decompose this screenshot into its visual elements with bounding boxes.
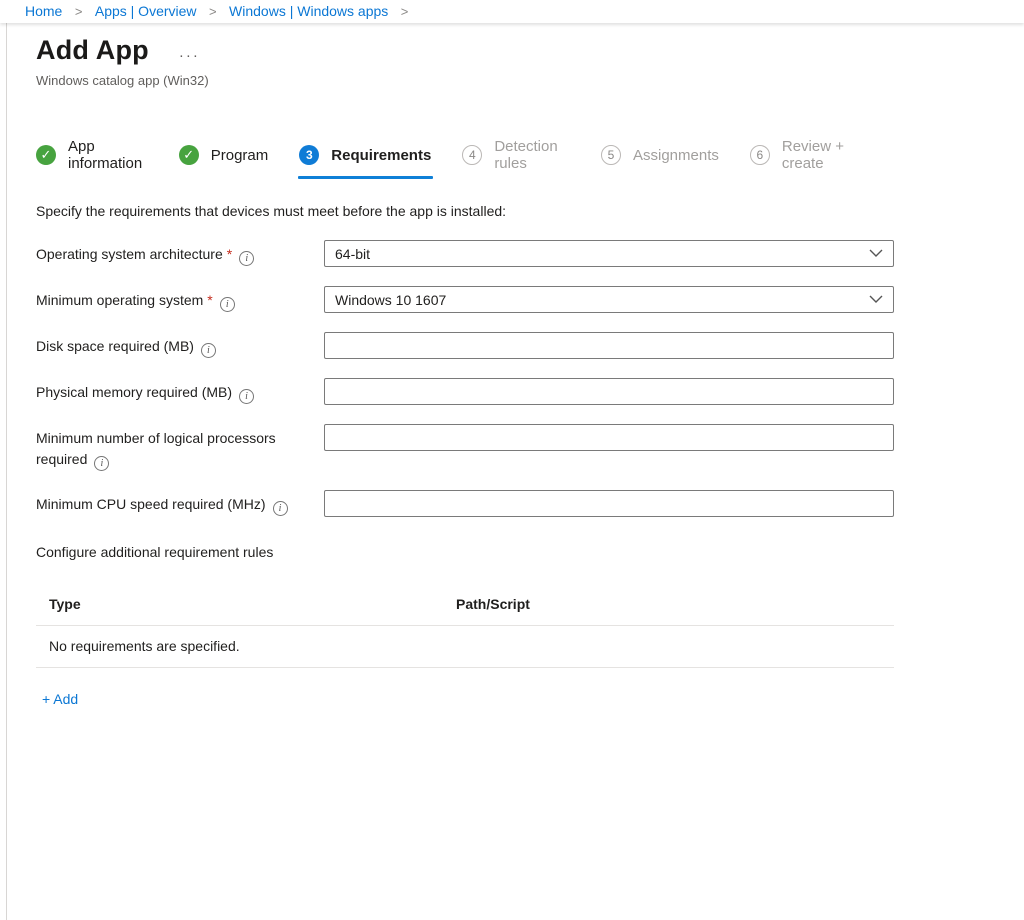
form-row-disk-space: Disk space required (MB) i [36, 332, 895, 359]
requirements-form: Operating system architecture*i 64-bit M… [36, 240, 895, 517]
step-app-information[interactable]: ✓ App information [36, 138, 148, 172]
add-requirement-link[interactable]: + Add [42, 691, 78, 707]
form-row-physical-memory: Physical memory required (MB) i [36, 378, 895, 405]
field-label: Operating system architecture* i [36, 240, 324, 266]
step-label: Program [211, 147, 269, 164]
step-program[interactable]: ✓ Program [179, 145, 269, 165]
field-label-text: Minimum CPU speed required (MHz) [36, 496, 266, 512]
column-header-type: Type [49, 596, 456, 612]
required-marker: * [207, 292, 212, 308]
field-label-text: Disk space required (MB) [36, 338, 194, 354]
step-number-icon: 3 [299, 145, 319, 165]
field-label: Physical memory required (MB) i [36, 378, 324, 404]
os-architecture-select[interactable]: 64-bit [324, 240, 894, 267]
form-row-os-architecture: Operating system architecture* i 64-bit [36, 240, 895, 267]
step-label: Assignments [633, 147, 719, 164]
breadcrumb-separator: > [75, 4, 83, 19]
step-detection-rules[interactable]: 4 Detection rules [462, 138, 570, 172]
selected-value: 64-bit [335, 246, 370, 262]
step-label: Detection rules [494, 138, 570, 172]
required-marker: * [227, 246, 232, 262]
logical-processors-input[interactable] [324, 424, 894, 451]
chevron-down-icon [869, 295, 883, 304]
requirements-intro-text: Specify the requirements that devices mu… [36, 203, 895, 219]
field-label: Disk space required (MB) i [36, 332, 324, 358]
blade-panel: Add App ··· Windows catalog app (Win32) … [6, 23, 1024, 920]
additional-rules-heading: Configure additional requirement rules [36, 544, 895, 560]
field-label-text: Minimum number of logical processors req… [36, 430, 276, 467]
physical-memory-input[interactable] [324, 378, 894, 405]
form-row-cpu-speed: Minimum CPU speed required (MHz) i [36, 490, 895, 517]
info-icon[interactable]: i [94, 456, 109, 471]
field-label: Minimum CPU speed required (MHz) i [36, 490, 324, 516]
step-number-icon: 4 [462, 145, 482, 165]
step-label: Review + create [782, 138, 864, 172]
page-subtitle: Windows catalog app (Win32) [36, 73, 895, 88]
info-icon[interactable]: i [273, 501, 288, 516]
step-label: Requirements [331, 147, 431, 164]
check-icon: ✓ [36, 145, 56, 165]
form-row-min-os: Minimum operating system* i Windows 10 16… [36, 286, 895, 313]
breadcrumb: Home > Apps | Overview > Windows | Windo… [0, 0, 1024, 23]
field-label-text: Minimum operating system [36, 292, 203, 308]
info-icon[interactable]: i [220, 297, 235, 312]
table-header-row: Type Path/Script [36, 596, 894, 626]
form-row-logical-processors: Minimum number of logical processors req… [36, 424, 895, 471]
breadcrumb-separator: > [401, 4, 409, 19]
step-requirements[interactable]: 3 Requirements [299, 145, 431, 165]
field-label: Minimum number of logical processors req… [36, 424, 324, 471]
field-label: Minimum operating system* i [36, 286, 324, 312]
chevron-down-icon [869, 249, 883, 258]
step-label: App information [68, 138, 148, 172]
step-review-create[interactable]: 6 Review + create [750, 138, 864, 172]
page-title: Add App [36, 35, 149, 66]
breadcrumb-separator: > [209, 4, 217, 19]
step-number-icon: 5 [601, 145, 621, 165]
table-empty-row: No requirements are specified. [36, 626, 894, 668]
cpu-speed-input[interactable] [324, 490, 894, 517]
more-menu-icon[interactable]: ··· [179, 47, 200, 64]
field-label-text: Operating system architecture [36, 246, 223, 262]
field-label-text: Physical memory required (MB) [36, 384, 232, 400]
step-assignments[interactable]: 5 Assignments [601, 145, 719, 165]
breadcrumb-link-apps-overview[interactable]: Apps | Overview [95, 3, 197, 19]
info-icon[interactable]: i [239, 251, 254, 266]
breadcrumb-link-home[interactable]: Home [25, 3, 62, 19]
breadcrumb-link-windows-apps[interactable]: Windows | Windows apps [229, 3, 388, 19]
info-icon[interactable]: i [239, 389, 254, 404]
selected-value: Windows 10 1607 [335, 292, 446, 308]
check-icon: ✓ [179, 145, 199, 165]
requirement-rules-table: Type Path/Script No requirements are spe… [36, 596, 894, 668]
min-operating-system-select[interactable]: Windows 10 1607 [324, 286, 894, 313]
wizard-steps: ✓ App information ✓ Program 3 Requiremen… [36, 138, 895, 172]
step-number-icon: 6 [750, 145, 770, 165]
disk-space-input[interactable] [324, 332, 894, 359]
info-icon[interactable]: i [201, 343, 216, 358]
column-header-path-script: Path/Script [456, 596, 530, 612]
